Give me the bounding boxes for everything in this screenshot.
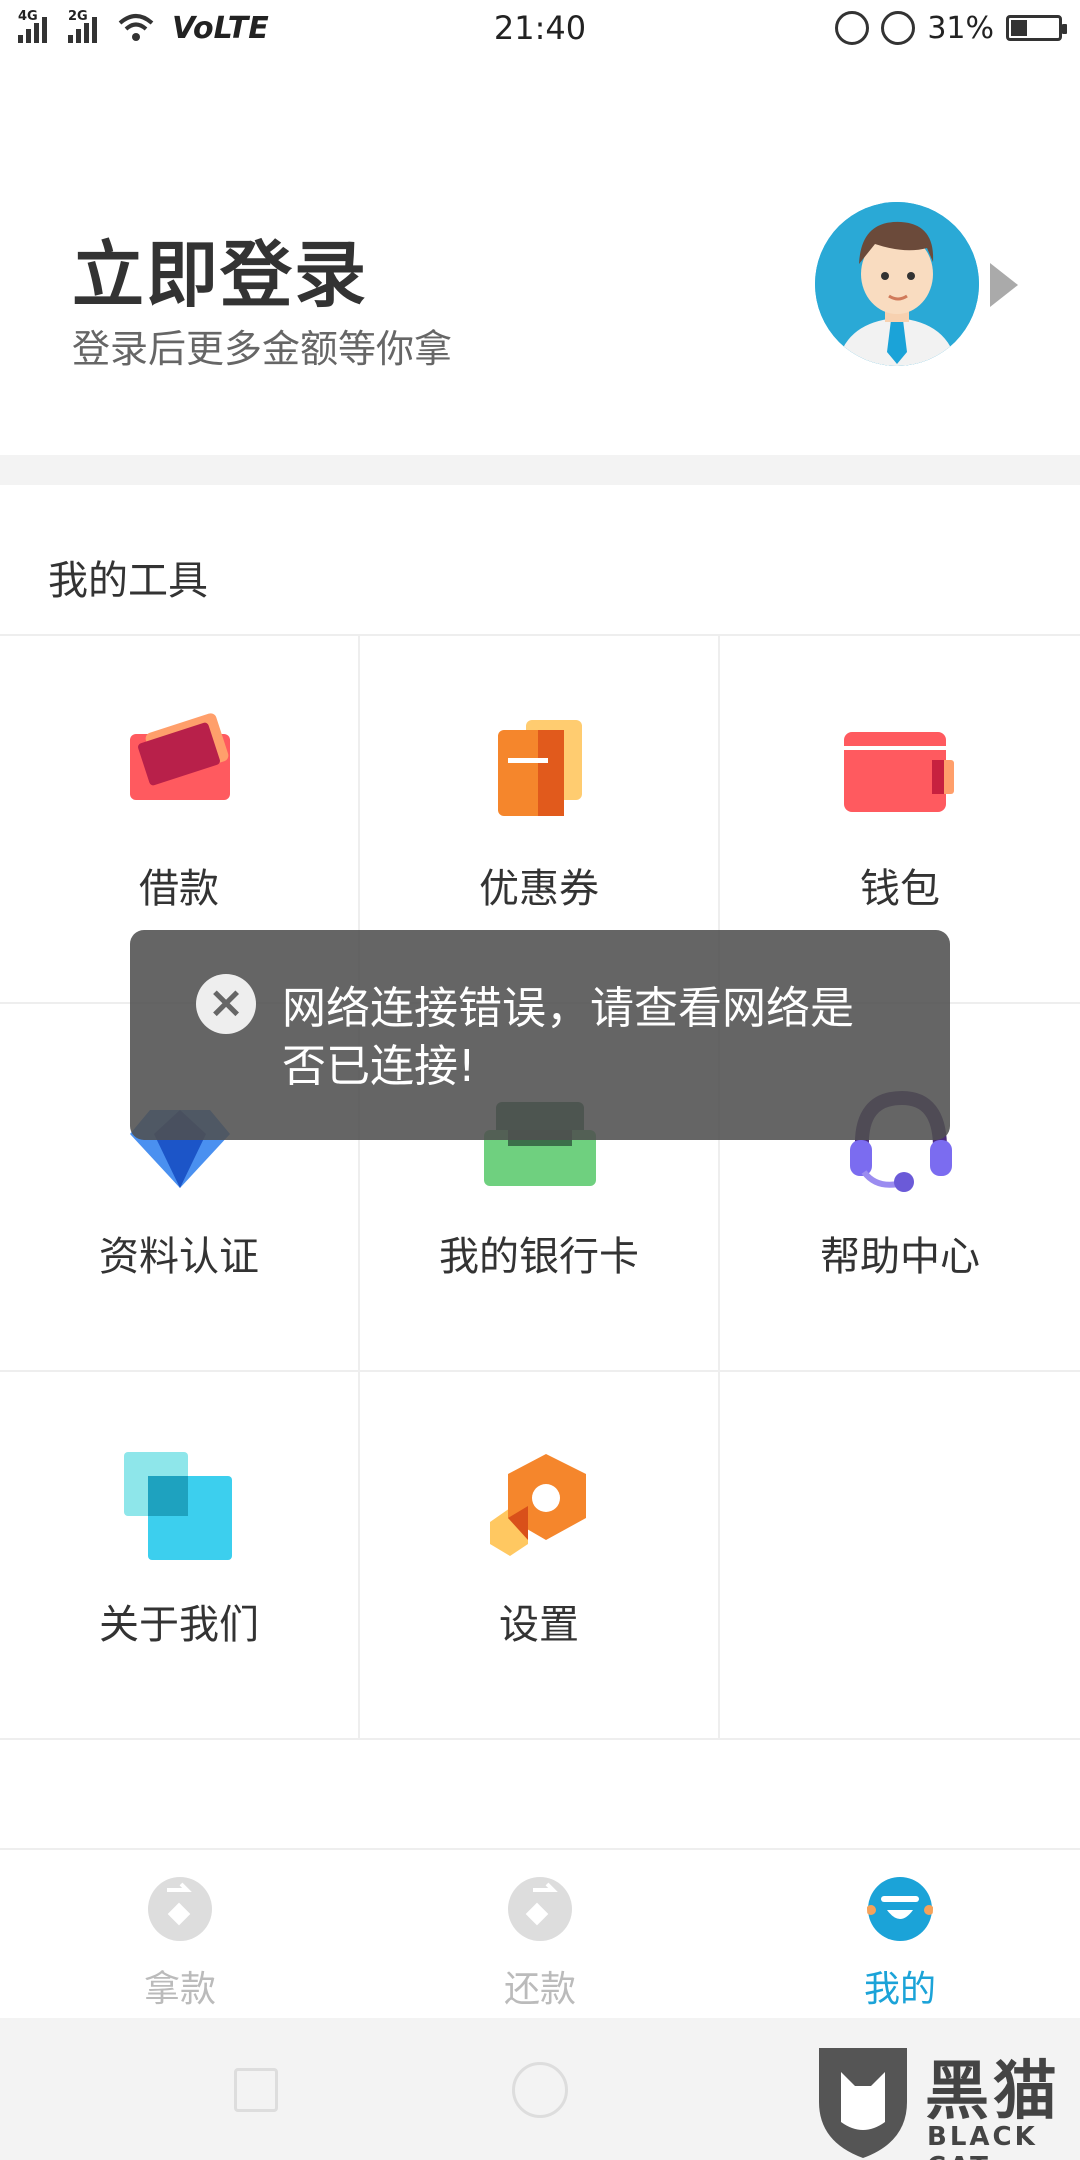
tools-section-title: 我的工具: [48, 558, 208, 604]
toast-message: 网络连接错误，请查看网络是否已连接!: [282, 983, 854, 1092]
mine-tab-icon: [867, 1877, 933, 1941]
tab-label: 拿款: [143, 1969, 216, 2010]
rotation-lock-icon: [835, 11, 870, 45]
repay-tab-icon: [508, 1877, 572, 1941]
bottom-tab-bar: 拿款 还款 我的: [0, 1848, 1080, 2018]
tool-settings[interactable]: 设置: [360, 1372, 720, 1740]
alarm-icon: [881, 11, 916, 45]
tab-repay[interactable]: 还款: [360, 1850, 720, 2018]
watermark-cn: 黑猫: [925, 2055, 1061, 2129]
tool-empty-slot: [720, 1372, 1080, 1740]
login-subtitle: 登录后更多金额等你拿: [72, 327, 453, 371]
tab-label: 我的: [863, 1969, 936, 2010]
tool-label: 资料认证: [99, 1234, 259, 1280]
coupon-icon: [498, 720, 582, 816]
tool-about-us[interactable]: 关于我们: [0, 1372, 360, 1740]
about-squares-icon: [124, 1452, 232, 1560]
signal-4g-icon: 4G: [18, 9, 58, 43]
tab-label: 还款: [503, 1969, 576, 2010]
login-title[interactable]: 立即登录: [72, 216, 368, 321]
tool-label: 设置: [499, 1602, 579, 1648]
section-divider: [0, 455, 1080, 485]
tab-borrow[interactable]: 拿款: [0, 1850, 360, 2018]
watermark-en: BLACK CAT: [927, 2122, 1038, 2160]
wifi-icon: [118, 14, 154, 41]
tool-label: 关于我们: [99, 1602, 259, 1648]
close-circle-icon[interactable]: ×: [196, 974, 256, 1034]
status-right: 31%: [835, 10, 1067, 46]
tool-label: 优惠券: [479, 866, 599, 912]
status-time: 21:40: [493, 9, 587, 47]
chevron-right-icon[interactable]: [990, 263, 1018, 307]
status-bar: 4G 2G VoLTE 21:40 31%: [0, 0, 1080, 56]
tab-mine[interactable]: 我的: [720, 1850, 1080, 2018]
borrow-tab-icon: [148, 1877, 212, 1941]
battery-icon: [1006, 15, 1067, 41]
loan-card-icon: [130, 713, 230, 800]
wallet-icon: [844, 732, 954, 812]
home-button[interactable]: [512, 2062, 568, 2118]
signal-2g-icon: 2G: [68, 9, 108, 43]
tool-label: 钱包: [860, 866, 940, 912]
network-tag-2g: 2G: [68, 9, 88, 24]
tool-label: 我的银行卡: [439, 1234, 639, 1280]
login-header[interactable]: 立即登录 登录后更多金额等你拿: [0, 150, 1080, 450]
black-cat-logo-icon: [819, 2048, 907, 2158]
battery-percent: 31%: [927, 10, 994, 46]
avatar-icon[interactable]: [815, 202, 979, 366]
settings-hexagon-icon: [490, 1454, 586, 1556]
recents-button[interactable]: [234, 2068, 278, 2112]
volte-label: VoLTE: [172, 10, 269, 46]
network-error-toast: × 网络连接错误，请查看网络是否已连接!: [130, 930, 950, 1140]
tool-label: 借款: [139, 866, 219, 912]
watermark: 黑猫 BLACK CAT: [805, 2040, 1075, 2160]
tools-grid: 借款 优惠券 钱包 资料认证 我的银行卡 帮助中心 关于我们 设置: [0, 634, 1080, 1740]
network-tag-4g: 4G: [18, 9, 38, 24]
tool-label: 帮助中心: [820, 1234, 980, 1280]
status-left: 4G 2G VoLTE: [18, 9, 269, 46]
